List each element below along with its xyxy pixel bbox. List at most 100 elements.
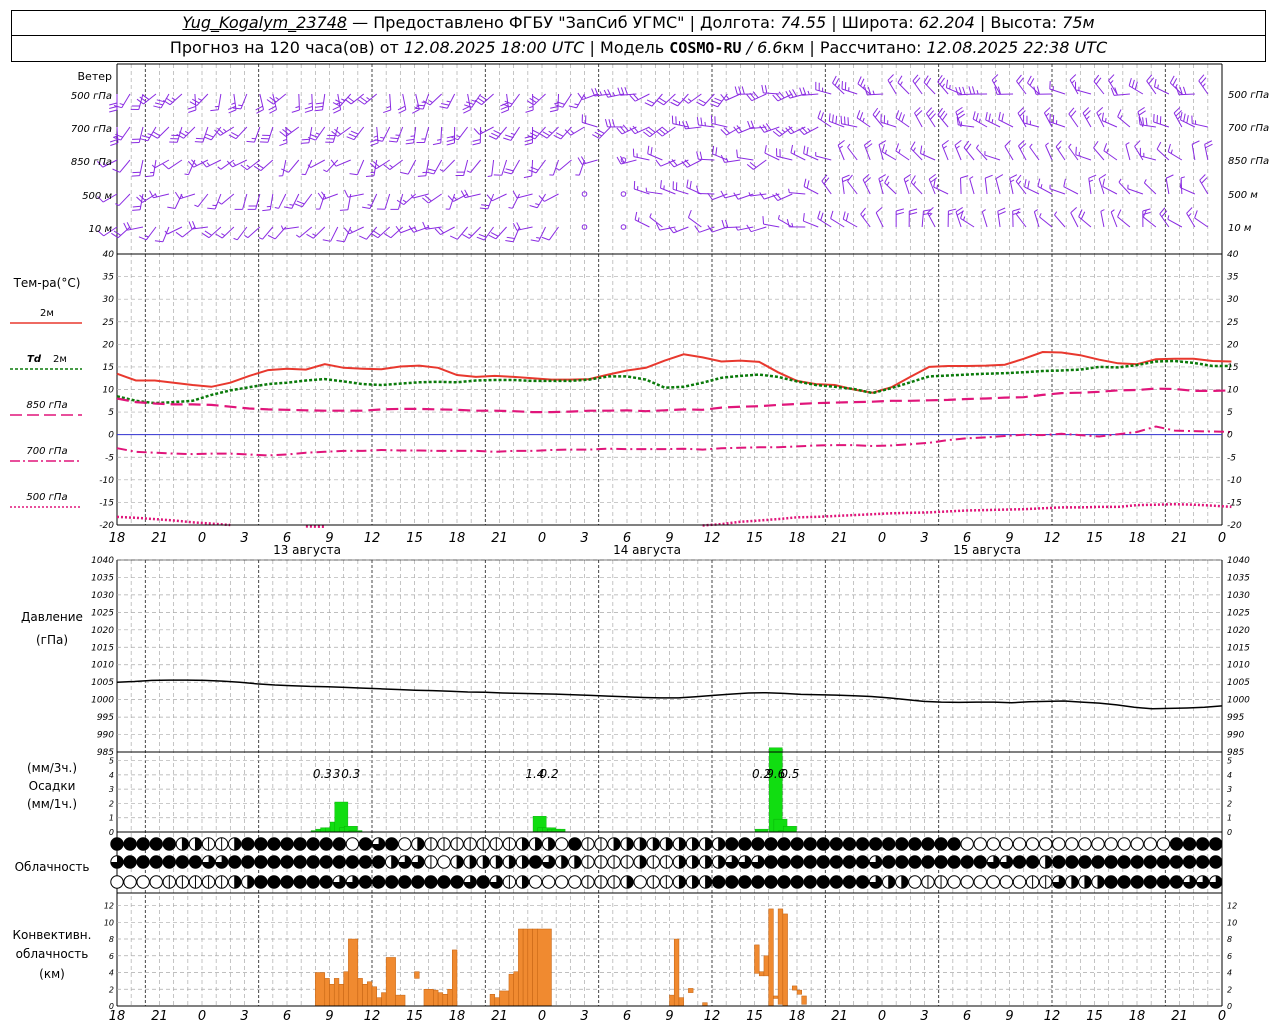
cloud-cover-symbol: [384, 837, 399, 851]
wind-barb: [488, 226, 507, 240]
wind-barb: [1009, 174, 1018, 195]
wind-barb: [115, 193, 131, 206]
cloud-cover-symbol: [646, 837, 660, 851]
cloud-cover-symbol: [555, 837, 569, 851]
cloud-cover-symbol: [1078, 875, 1092, 889]
precip-legend-unit1h: (мм/1ч.): [27, 797, 77, 811]
cloud-cover-symbol: [973, 837, 987, 851]
cloud-cover-symbol: [868, 837, 883, 851]
wind-barb: [136, 93, 157, 105]
wind-barb: [344, 93, 365, 105]
time-tick-label: 21: [831, 1009, 848, 1024]
time-tick-label: 21: [151, 1009, 168, 1024]
y-tick-label: 12: [104, 902, 114, 911]
wind-barb: [847, 174, 858, 195]
time-tick-label: 18: [1129, 531, 1146, 546]
cloud-cover-symbol: [1025, 837, 1040, 851]
wind-barb: [1179, 111, 1196, 128]
wind-barb: [412, 93, 420, 114]
wind-barb: [331, 126, 352, 137]
wind-barb: [527, 126, 546, 140]
wind-barb: [1068, 143, 1079, 161]
wind-barb: [512, 190, 533, 199]
cloud-cover-symbol: [515, 855, 530, 869]
wind-barb: [897, 75, 910, 95]
convective-cloud-bar: [423, 989, 434, 1007]
time-tick-label: 0: [878, 1009, 886, 1024]
wind-barb: [346, 126, 365, 141]
wind-barb: [985, 112, 1001, 128]
convective-cloud-bar: [343, 971, 349, 1007]
cloud-cover-symbol: [1182, 837, 1197, 851]
wind-barb: [362, 193, 378, 210]
wind-barb: [473, 126, 494, 135]
wind-barb: [720, 190, 741, 199]
cloud-cover-symbol: [1012, 837, 1027, 851]
wind-barb: [1110, 209, 1118, 228]
wind-barb: [1199, 174, 1209, 195]
wind-barb: [145, 159, 157, 178]
cloud-cover-symbol: [123, 837, 137, 851]
y-tick-label: -20: [1227, 521, 1242, 531]
time-tick-label: 3: [580, 1009, 588, 1024]
convective-cloud-bar: [329, 983, 335, 1007]
time-tick-label: 18: [109, 1009, 126, 1024]
precip-3h-total: 0.5: [780, 767, 799, 781]
wind-barb: [200, 159, 222, 168]
cloud-cover-symbol: [515, 837, 530, 851]
wind-barb: [880, 114, 897, 128]
wind-barb: [655, 126, 676, 137]
wind-barb: [432, 126, 443, 146]
cloud-cover-symbol: [293, 875, 307, 889]
wind-barb: [604, 119, 624, 128]
cloud-cover-symbol: [463, 875, 477, 889]
time-tick-label: 18: [1129, 1009, 1146, 1024]
cloud-cover-symbol: [868, 875, 883, 889]
convective-cloud-bar: [792, 985, 798, 991]
cloud-cover-symbol: [685, 855, 700, 869]
cloud-cover-symbol: [437, 837, 451, 851]
y-tick-label: 5: [1227, 757, 1232, 766]
precip-legend-title: Осадки: [29, 779, 76, 793]
wind-barb: [434, 226, 455, 235]
wind-barb: [928, 173, 938, 195]
y-tick-label: 8: [1227, 935, 1232, 944]
convective-cloud-bar: [447, 989, 453, 1007]
wind-barb: [131, 126, 144, 144]
cloud-cover-symbol: [986, 837, 1001, 851]
convective-cloud-bar: [758, 971, 765, 977]
convective-cloud-bar: [702, 1002, 708, 1007]
wind-barb: [266, 93, 287, 105]
wind-barb: [113, 126, 131, 141]
wind-barb: [721, 219, 741, 229]
wind-barb: [997, 207, 1006, 228]
convective-cloud-bar: [499, 990, 510, 1007]
wind-barb: [790, 144, 806, 161]
cloud-cover-symbol: [345, 837, 360, 851]
cloud-cover-symbol: [254, 855, 268, 869]
y-tick-label: 3: [109, 785, 114, 794]
cloud-cover-symbol: [751, 875, 765, 889]
cloud-cover-symbol: [188, 837, 203, 851]
wind-barb: [1082, 107, 1092, 128]
precip-3h-total: 0.2: [540, 767, 559, 781]
cloud-cover-symbol: [934, 837, 948, 851]
cloud-cover-symbol: [214, 837, 229, 851]
convective-cloud-bar: [763, 955, 769, 977]
convective-cloud-bar: [673, 938, 680, 1007]
y-tick-label: 0: [1227, 1002, 1232, 1011]
wind-barb: [278, 159, 287, 177]
wind-barb: [523, 159, 534, 179]
y-tick-label: 1030: [91, 591, 114, 601]
cloud-cover-symbol: [1052, 875, 1066, 889]
cloud-cover-symbol: [581, 855, 595, 869]
wind-barb: [153, 93, 170, 109]
y-tick-label: 5: [1227, 408, 1233, 418]
y-tick-label: 2: [1227, 799, 1232, 808]
cloud-cover-symbol: [306, 855, 320, 869]
wind-barb: [259, 126, 274, 143]
cloud-cover-symbol: [437, 855, 451, 869]
wind-barb: [840, 115, 858, 128]
wind-barb: [291, 93, 300, 113]
convective-cloud-bar: [518, 928, 524, 1007]
